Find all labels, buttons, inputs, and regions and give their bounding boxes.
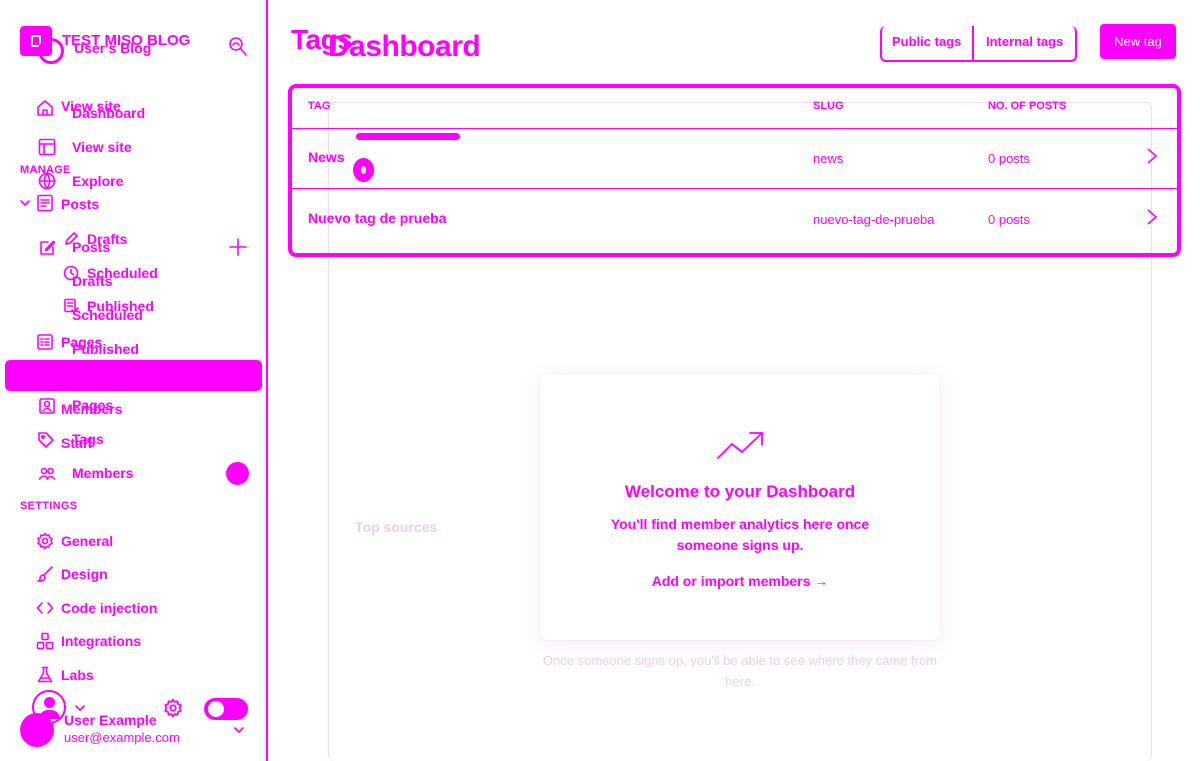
- published-doc-icon: [63, 298, 79, 314]
- nav-view-site[interactable]: View site: [72, 139, 132, 155]
- settings-gear-icon[interactable]: [163, 698, 183, 718]
- site-title-ghost: User's Blog: [74, 40, 152, 56]
- settings-item-integrations[interactable]: Integrations: [61, 633, 141, 649]
- site-logo-ghost-ring: [38, 38, 64, 64]
- dark-mode-toggle[interactable]: [204, 698, 248, 720]
- nav-pages[interactable]: Pages: [61, 334, 102, 350]
- post-count-dot: [353, 158, 374, 182]
- nav-members-ghost[interactable]: Members: [61, 401, 122, 417]
- settings-item-design[interactable]: Design: [61, 566, 108, 582]
- nav-explore[interactable]: Explore: [72, 173, 123, 189]
- code-icon: [36, 599, 54, 617]
- chevron-down-icon[interactable]: [19, 197, 31, 209]
- settings-item-general[interactable]: General: [61, 533, 113, 549]
- user-name: User Example: [64, 712, 157, 728]
- nav-posts[interactable]: Posts: [61, 196, 99, 212]
- column-header-tag: TAG: [308, 100, 331, 112]
- nav-tags[interactable]: Tags: [72, 431, 104, 447]
- tag-name[interactable]: News: [308, 149, 345, 165]
- settings-item-labs[interactable]: Labs: [61, 667, 94, 683]
- new-post-plus-icon[interactable]: [229, 238, 247, 256]
- sidebar: TEST MISO BLOG User's Blog View site Das…: [0, 0, 268, 761]
- welcome-card: Welcome to your Dashboard You'll find me…: [540, 374, 940, 640]
- tag-post-count: 0 posts: [988, 151, 1030, 166]
- document-icon: [36, 194, 54, 212]
- redacted-scribble: [356, 133, 460, 140]
- gear-icon: [36, 532, 54, 550]
- layout-icon: [38, 138, 56, 156]
- column-header-posts: NO. OF POSTS: [988, 100, 1067, 112]
- tag-slug: news: [813, 151, 844, 166]
- chevron-right-icon[interactable]: [1146, 147, 1158, 165]
- nav-drafts[interactable]: Drafts: [87, 231, 127, 247]
- flask-icon: [36, 666, 54, 684]
- notification-dot: [226, 462, 249, 485]
- edit-icon: [38, 239, 56, 257]
- search-icon[interactable]: [228, 36, 248, 58]
- globe-icon: [38, 172, 56, 190]
- brush-icon: [36, 565, 54, 583]
- page-title-dashboard: Dashboard: [328, 30, 481, 63]
- trend-up-icon: [716, 430, 764, 460]
- tab-divider: [972, 26, 974, 62]
- pencil-icon: [63, 231, 79, 247]
- welcome-description: You'll find member analytics here once s…: [610, 516, 870, 553]
- user-menu-chevron-icon[interactable]: [233, 724, 245, 736]
- settings-item-code-injection[interactable]: Code injection: [61, 600, 157, 616]
- avatar[interactable]: [20, 713, 54, 747]
- users-icon: [38, 464, 56, 482]
- members-ghost-icon: [38, 397, 56, 415]
- avatar-person-icon: [44, 697, 55, 708]
- column-header-slug: SLUG: [813, 100, 844, 112]
- nav-scheduled[interactable]: Scheduled: [87, 265, 158, 281]
- chevron-right-icon[interactable]: [1146, 208, 1158, 226]
- active-nav-highlight[interactable]: [5, 360, 262, 391]
- tag-slug: nuevo-tag-de-prueba: [813, 212, 935, 227]
- settings-header: SETTINGS: [20, 500, 78, 512]
- helper-ghost: Once someone signs up, you'll be able to…: [542, 653, 938, 689]
- nav-dashboard[interactable]: Dashboard: [72, 105, 145, 121]
- home-icon: [36, 99, 54, 117]
- top-sources-ghost: Top sources: [355, 519, 438, 535]
- tab-public-tags[interactable]: Public tags: [892, 34, 961, 49]
- tag-icon: [37, 431, 55, 449]
- tab-internal-tags[interactable]: Internal tags: [986, 34, 1063, 49]
- tag-post-count: 0 posts: [988, 212, 1030, 227]
- integrations-icon: [36, 632, 54, 650]
- nav-members[interactable]: Members: [72, 465, 133, 481]
- welcome-title: Welcome to your Dashboard: [624, 482, 856, 501]
- clock-icon: [63, 265, 79, 281]
- new-tag-button[interactable]: New tag: [1100, 24, 1176, 59]
- add-members-link[interactable]: Add or import members →: [540, 573, 940, 589]
- tag-name[interactable]: Nuevo tag de prueba: [308, 210, 446, 226]
- pages-icon: [36, 333, 54, 351]
- nav-published[interactable]: Published: [87, 298, 154, 314]
- user-email: user@example.com: [64, 730, 180, 745]
- toggle-knob: [208, 701, 224, 717]
